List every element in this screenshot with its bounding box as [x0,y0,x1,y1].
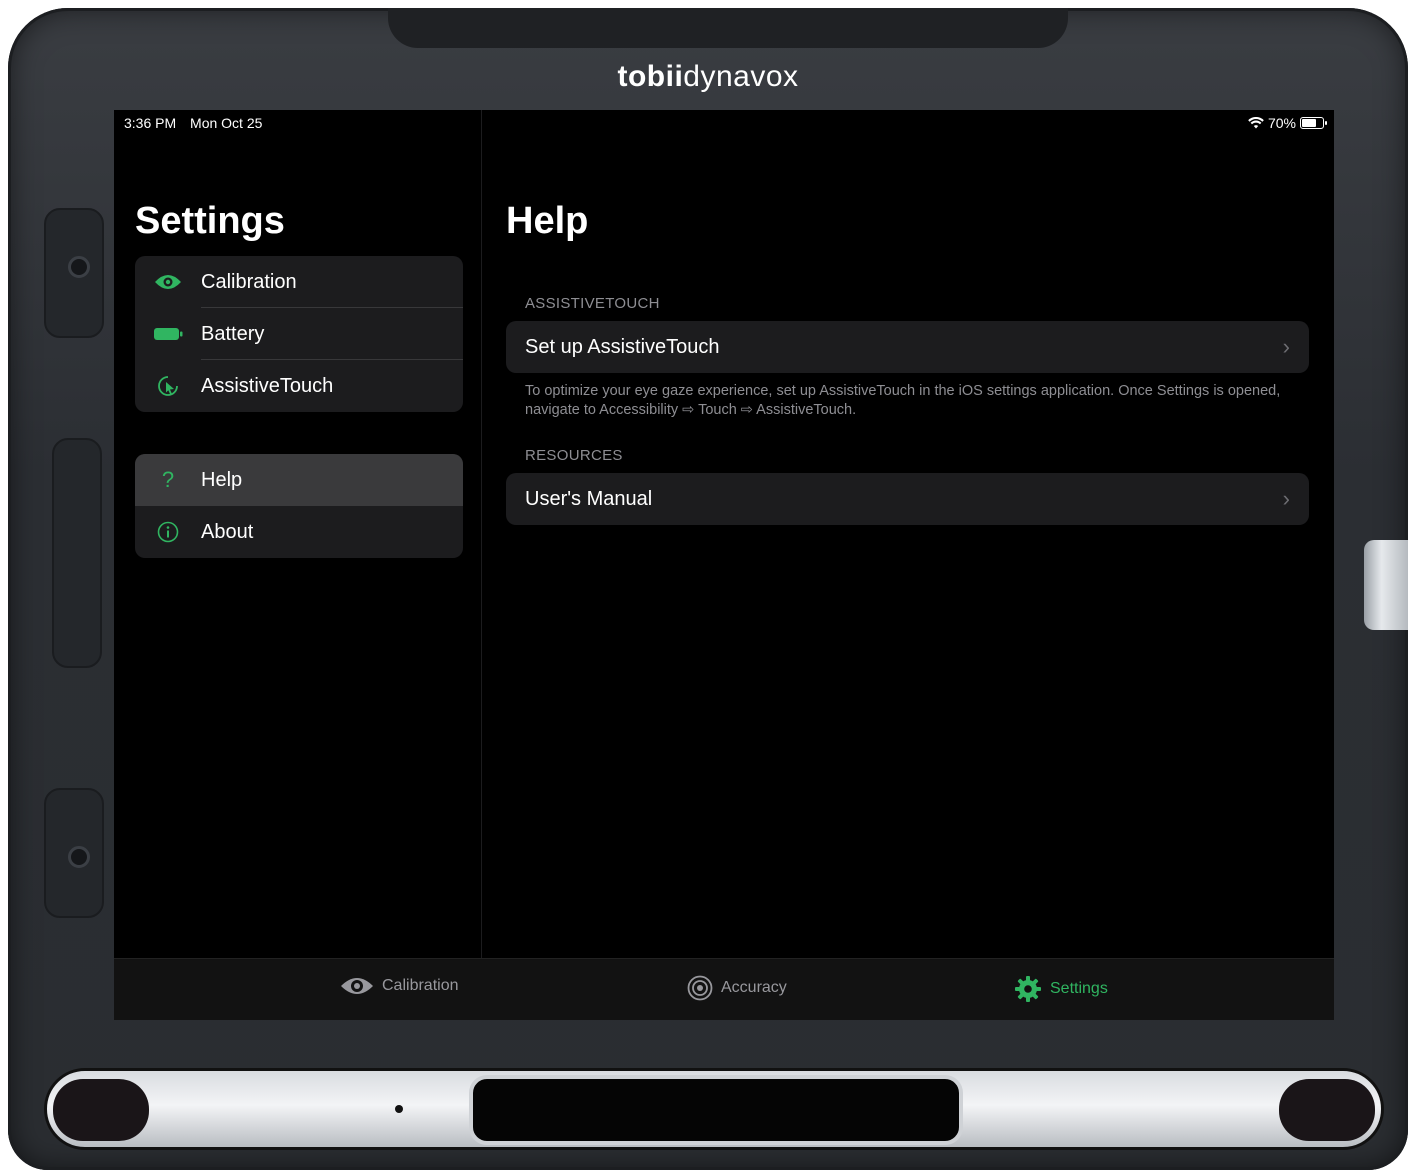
sidebar-item-about[interactable]: About [135,506,463,558]
assistivetouch-footer-text: To optimize your eye gaze experience, se… [525,383,1281,418]
left-sensor [53,1079,149,1141]
cell-label: Set up AssistiveTouch [525,335,720,358]
users-manual-button[interactable]: User's Manual › [506,473,1309,525]
sidebar-item-label: About [201,520,254,543]
settings-group-secondary: ? Help About [135,454,463,558]
section-header-resources: RESOURCES [525,447,623,464]
tab-bar: Calibration Accuracy Settings [114,958,1334,1020]
device-top-band [388,8,1068,48]
tracker-window [469,1075,963,1145]
eye-icon [135,273,201,291]
tab-label: Settings [1050,980,1108,997]
info-icon [135,521,201,543]
device-frame: tobiidynavox 3:36 PM Mon Oct 25 70% Sett… [8,8,1408,1170]
target-icon [687,975,713,1001]
brand-logo-light: dynavox [683,60,799,93]
microphone-hole [395,1105,403,1113]
right-clip [1364,540,1408,630]
chevron-right-icon: › [1282,334,1290,359]
master-pane: Settings Calibration Battery AssistiveTo… [114,110,482,958]
detail-title: Help [506,200,589,242]
section-header-assistivetouch: ASSISTIVETOUCH [525,295,660,312]
setup-assistivetouch-button[interactable]: Set up AssistiveTouch › [506,321,1309,373]
cell-label: User's Manual [525,487,653,510]
sidebar-item-label: AssistiveTouch [201,374,334,397]
sidebar-item-assistivetouch[interactable]: AssistiveTouch [135,360,463,412]
eye-icon [341,978,373,994]
right-sensor [1279,1079,1375,1141]
sidebar-item-label: Help [201,468,243,491]
side-screw-top [68,256,90,278]
tab-accuracy[interactable]: Accuracy [687,975,787,1001]
tab-label: Accuracy [721,979,787,996]
question-icon: ? [161,467,175,492]
tab-label: Calibration [382,977,459,994]
screen: 3:36 PM Mon Oct 25 70% Settings Calibrat… [114,110,1334,1020]
sidebar-item-battery[interactable]: Battery [135,308,463,360]
sidebar-item-calibration[interactable]: Calibration [135,256,463,308]
settings-group-primary: Calibration Battery AssistiveTouch [135,256,463,412]
brand-logo: tobiidynavox [8,60,1408,94]
side-screw-bottom [68,846,90,868]
detail-pane: Help ASSISTIVETOUCH Set up AssistiveTouc… [482,110,1334,958]
tab-calibration[interactable]: Calibration [340,975,458,997]
brand-logo-bold: tobii [617,60,684,93]
assistivetouch-icon [135,374,201,398]
battery-icon [135,327,201,341]
gear-icon [1015,976,1041,1002]
sidebar-item-help[interactable]: ? Help [135,454,463,506]
chevron-right-icon: › [1282,486,1290,511]
sidebar-item-label: Calibration [201,270,297,293]
side-port [52,438,102,668]
page-title: Settings [135,200,285,242]
sidebar-item-label: Battery [201,322,265,345]
tab-settings[interactable]: Settings [1014,975,1108,1003]
eye-tracker-bar [44,1068,1384,1150]
